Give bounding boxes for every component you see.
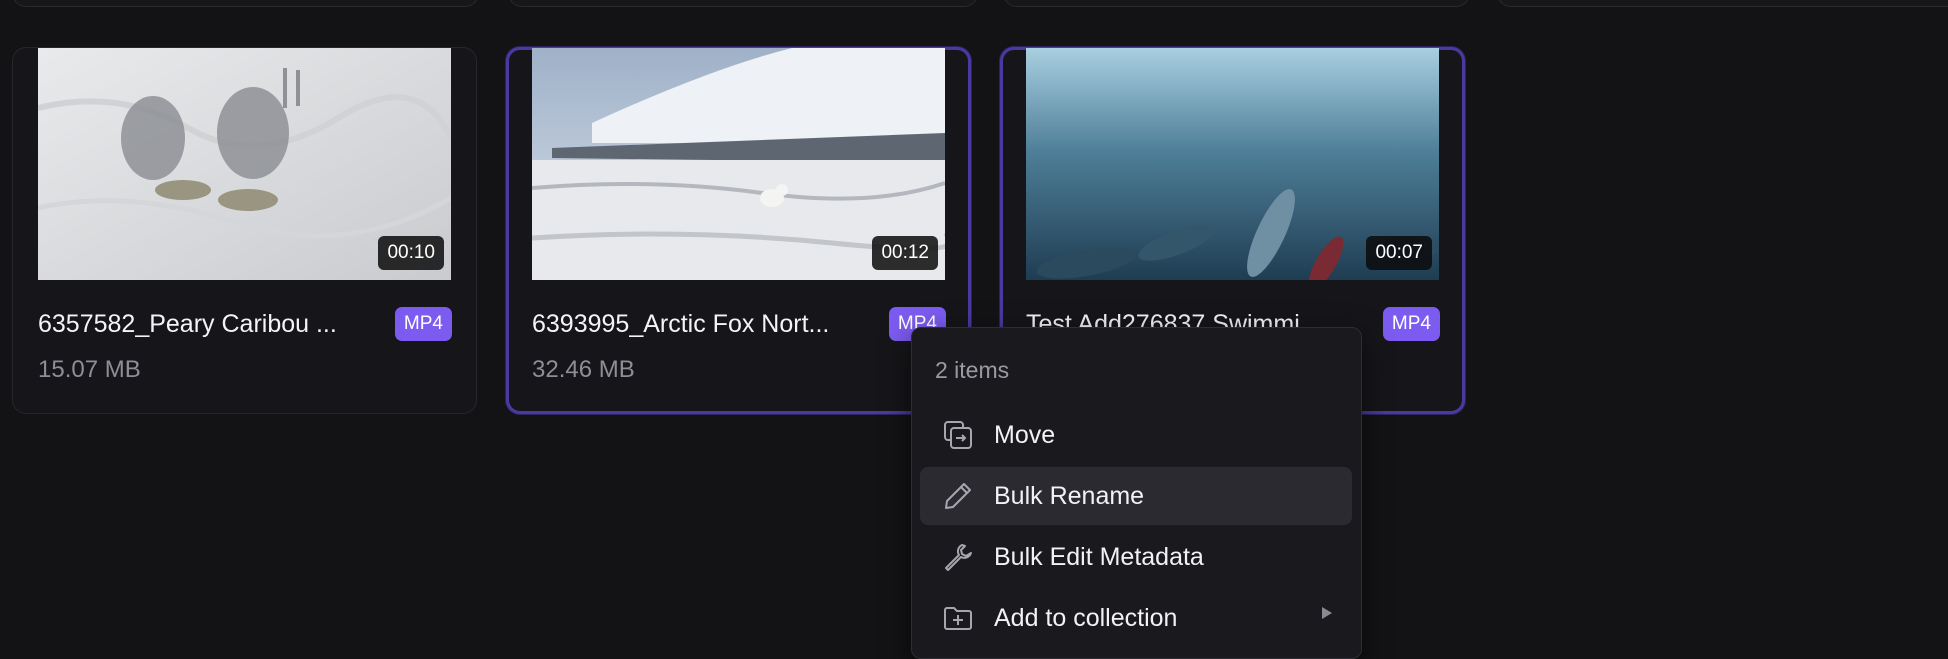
wrench-icon (940, 539, 976, 575)
duration-badge: 00:12 (872, 236, 938, 270)
submenu-arrow-icon (1322, 607, 1332, 619)
video-thumbnail: 00:10 (38, 48, 451, 280)
format-badge: MP4 (394, 307, 452, 341)
video-thumbnail: 00:07 (1026, 48, 1439, 280)
menu-item-label: Add to collection (994, 603, 1178, 632)
menu-item-label: Move (994, 420, 1056, 449)
asset-name: 6393995_Arctic Fox Nort... (532, 310, 830, 338)
format-badge: MP4 (1382, 307, 1440, 341)
move-icon (940, 417, 976, 453)
asset-card[interactable]: 00:12 6393995_Arctic Fox Nort... MP4 32.… (506, 47, 971, 414)
asset-card-partial[interactable] (12, 0, 479, 7)
duration-badge: 00:10 (378, 236, 444, 270)
video-thumbnail: 00:12 (532, 48, 945, 280)
asset-name: 6357582_Peary Caribou ... (38, 310, 337, 338)
asset-card-partial[interactable] (508, 0, 978, 7)
file-size: 32.46 MB (532, 356, 635, 383)
folder-plus-icon (940, 600, 976, 636)
menu-item-label: Bulk Edit Metadata (994, 542, 1204, 571)
file-size: 15.07 MB (38, 356, 141, 383)
asset-card-partial[interactable] (1003, 0, 1470, 7)
asset-card-partial[interactable] (1497, 0, 1948, 7)
menu-item-move[interactable]: Move (920, 406, 1352, 464)
pencil-icon (940, 478, 976, 514)
selection-count: 2 items (935, 357, 1010, 383)
duration-badge: 00:07 (1366, 236, 1432, 270)
menu-item-label: Bulk Rename (994, 481, 1145, 510)
menu-item-bulk-edit-metadata[interactable]: Bulk Edit Metadata (920, 528, 1352, 586)
context-menu: 2 items Move Bulk Rename Bulk Edit Metad… (911, 327, 1362, 659)
menu-item-add-to-collection[interactable]: Add to collection (920, 589, 1352, 647)
menu-item-bulk-rename[interactable]: Bulk Rename (920, 467, 1352, 525)
asset-card[interactable]: 00:10 6357582_Peary Caribou ... MP4 15.0… (12, 47, 477, 414)
